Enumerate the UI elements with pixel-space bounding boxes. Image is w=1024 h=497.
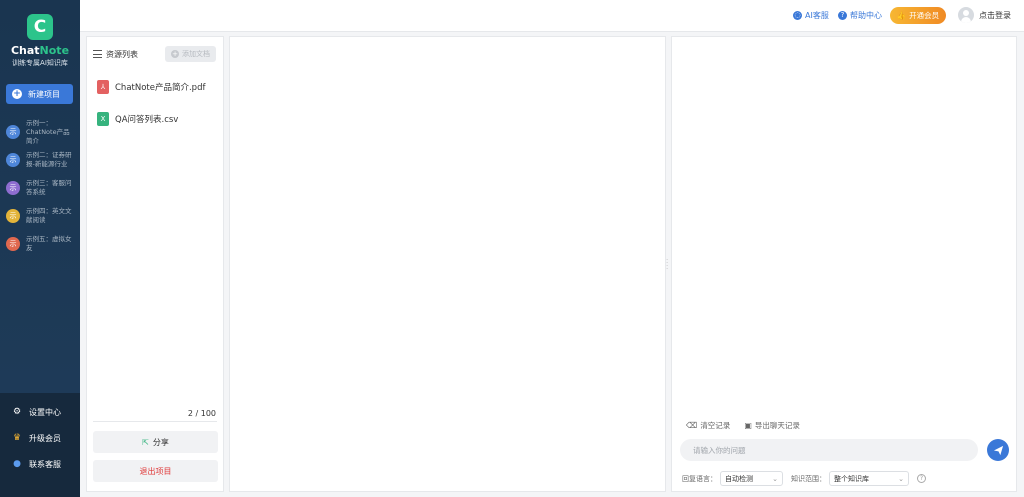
- example-project-item[interactable]: 示 示例五：虚拟女友: [0, 230, 80, 258]
- ai-service-link[interactable]: ◌ AI客服: [793, 10, 829, 21]
- plus-icon: +: [171, 50, 179, 58]
- knowledge-scope-label: 知识范围：: [791, 474, 826, 483]
- chevron-down-icon: ⌄: [772, 474, 778, 483]
- logo-icon: C: [27, 14, 53, 40]
- example-project-list: 示 示例一：ChatNote产品简介 示 示例二：证券研报-新能源行业 示 示例…: [0, 118, 80, 258]
- pdf-file-icon: ⅄: [97, 80, 109, 94]
- knowledge-scope-select[interactable]: 整个知识库 ⌄: [829, 471, 909, 486]
- gear-icon: ⚙: [12, 407, 22, 417]
- project-label: 示例二：证券研报-新能源行业: [26, 151, 72, 168]
- app-name-note: Note: [39, 44, 70, 57]
- project-avatar: 示: [6, 153, 20, 167]
- login-label: 点击登录: [979, 10, 1011, 20]
- top-bar: ◌ AI客服 ? 帮助中心 👍 开通会员 点击登录: [80, 0, 1024, 32]
- export-history-label: 导出聊天记录: [754, 421, 800, 430]
- thumb-icon: 👍: [896, 11, 907, 20]
- sidebar-bottom-menu: ⚙ 设置中心 ♛ 升级会员 ● 联系客服: [0, 393, 80, 497]
- file-name: QA问答列表.csv: [115, 115, 179, 125]
- export-history-button[interactable]: ▣ 导出聊天记录: [744, 420, 800, 431]
- plus-icon: +: [12, 89, 22, 99]
- chat-actions: ⌫ 清空记录 ▣ 导出聊天记录: [686, 420, 814, 431]
- document-viewer: [229, 36, 666, 492]
- csv-file-icon: X: [97, 112, 109, 126]
- send-button[interactable]: [987, 439, 1009, 461]
- upgrade-member-label: 升级会员: [29, 433, 61, 443]
- project-avatar: 示: [6, 237, 20, 251]
- save-icon: ▣: [744, 421, 752, 430]
- resource-panel: 资源列表 + 添加文档 ⅄ ChatNote产品简介.pdf X QA问答列表.…: [86, 36, 224, 492]
- clear-history-label: 清空记录: [700, 421, 731, 430]
- divider: [93, 421, 217, 422]
- chat-options: 回复语言： 自动检测 ⌄ 知识范围： 整个知识库 ⌄ ?: [682, 471, 926, 486]
- support-icon: ●: [13, 459, 21, 469]
- knowledge-scope-value: 整个知识库: [834, 474, 869, 483]
- file-item[interactable]: X QA问答列表.csv: [87, 103, 223, 135]
- clear-history-button[interactable]: ⌫ 清空记录: [686, 420, 730, 431]
- project-avatar: 示: [6, 125, 20, 139]
- share-icon: ⇱: [142, 437, 149, 447]
- app-tagline: 训练专属AI知识库: [12, 59, 68, 67]
- user-avatar-icon: [958, 7, 974, 23]
- exit-project-label: 退出项目: [139, 466, 172, 476]
- example-project-item[interactable]: 示 示例二：证券研报-新能源行业: [0, 146, 80, 174]
- file-item[interactable]: ⅄ ChatNote产品简介.pdf: [87, 71, 223, 103]
- file-count: 2 / 100: [187, 409, 216, 418]
- project-label: 示例四：英文文献阅读: [26, 207, 72, 224]
- reply-language-label: 回复语言：: [682, 474, 717, 483]
- share-button[interactable]: ⇱ 分享: [93, 431, 218, 453]
- project-label: 示例五：虚拟女友: [26, 235, 72, 252]
- project-avatar: 示: [6, 209, 20, 223]
- project-avatar: 示: [6, 181, 20, 195]
- file-name: ChatNote产品简介.pdf: [115, 83, 206, 93]
- example-project-item[interactable]: 示 示例四：英文文献阅读: [0, 202, 80, 230]
- help-center-label: 帮助中心: [850, 11, 882, 20]
- example-project-item[interactable]: 示 示例三：客服问答系统: [0, 174, 80, 202]
- exit-project-button[interactable]: 退出项目: [93, 460, 218, 482]
- broom-icon: ⌫: [686, 421, 698, 430]
- new-project-label: 新建项目: [28, 89, 60, 99]
- help-icon: ?: [838, 11, 847, 20]
- upgrade-member-button[interactable]: ♛ 升级会员: [0, 425, 80, 451]
- reply-language-select[interactable]: 自动检测 ⌄: [720, 471, 783, 486]
- sidebar: C ChatNote 训练专属AI知识库 + 新建项目 示 示例一：ChatNo…: [0, 0, 80, 497]
- add-document-label: 添加文档: [182, 50, 210, 58]
- login-button[interactable]: 点击登录: [958, 7, 1011, 23]
- send-icon: [993, 445, 1003, 455]
- question-input[interactable]: [680, 439, 978, 461]
- help-center-link[interactable]: ? 帮助中心: [838, 10, 882, 21]
- add-document-button[interactable]: + 添加文档: [165, 46, 216, 62]
- logo[interactable]: C ChatNote 训练专属AI知识库: [0, 14, 80, 68]
- resource-panel-header: 资源列表 + 添加文档: [87, 37, 223, 71]
- new-project-button[interactable]: + 新建项目: [6, 84, 73, 104]
- help-icon[interactable]: ?: [917, 474, 926, 483]
- chat-panel: ⌫ 清空记录 ▣ 导出聊天记录 回复语言： 自动检测 ⌄ 知识范围： 整个知识库…: [671, 36, 1017, 492]
- app-name: ChatNote: [0, 44, 80, 57]
- contact-support-button[interactable]: ● 联系客服: [0, 451, 80, 477]
- reply-language-value: 自动检测: [725, 474, 753, 483]
- resource-list-title: 资源列表: [106, 49, 138, 59]
- project-label: 示例三：客服问答系统: [26, 179, 72, 196]
- chat-icon: ◌: [793, 11, 802, 20]
- list-icon: [93, 50, 102, 58]
- settings-center-button[interactable]: ⚙ 设置中心: [0, 399, 80, 425]
- open-vip-label: 开通会员: [909, 11, 940, 20]
- app-name-chat: Chat: [10, 44, 40, 57]
- ai-service-label: AI客服: [805, 11, 829, 20]
- crown-icon: ♛: [12, 433, 22, 443]
- example-project-item[interactable]: 示 示例一：ChatNote产品简介: [0, 118, 80, 146]
- open-vip-button[interactable]: 👍 开通会员: [890, 7, 946, 24]
- chevron-down-icon: ⌄: [898, 474, 904, 483]
- settings-center-label: 设置中心: [29, 407, 61, 417]
- contact-support-label: 联系客服: [29, 459, 61, 469]
- resize-handle-icon[interactable]: · · · ·: [666, 257, 670, 273]
- project-label: 示例一：ChatNote产品简介: [26, 118, 70, 145]
- share-label: 分享: [152, 437, 169, 447]
